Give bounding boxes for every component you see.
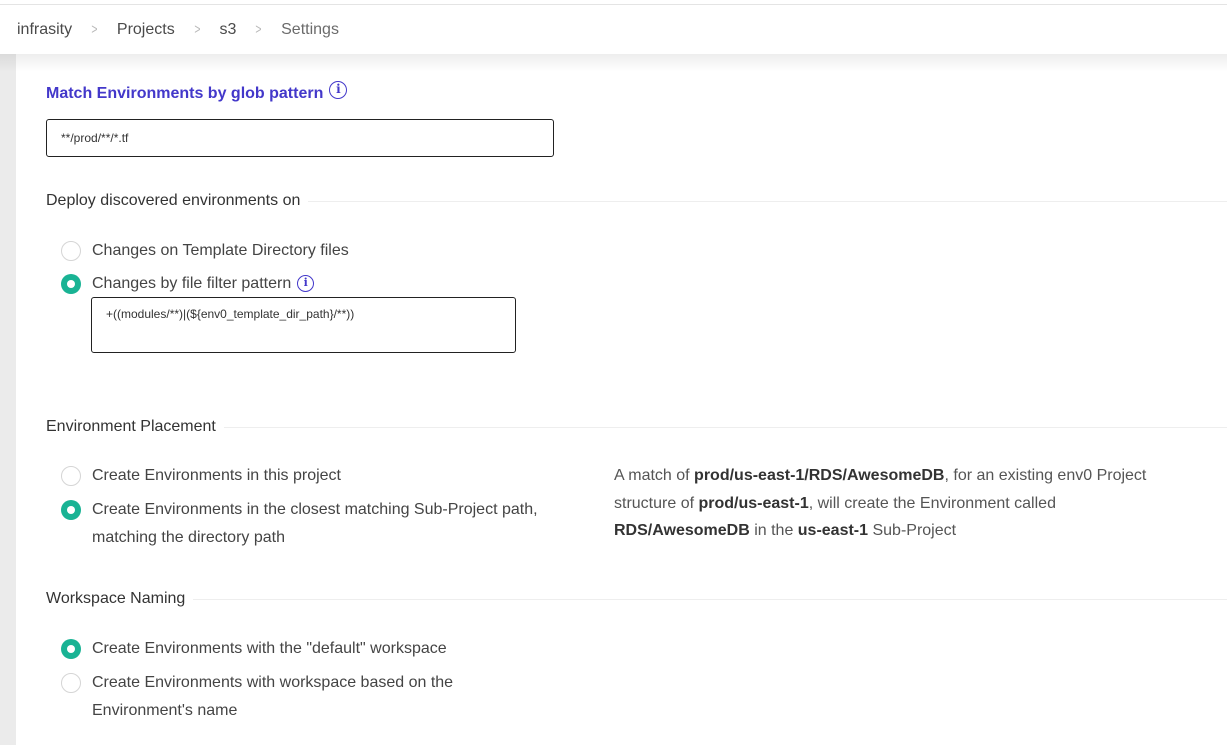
divider bbox=[223, 426, 1227, 428]
divider bbox=[308, 200, 1227, 202]
breadcrumb-org[interactable]: infrasity bbox=[17, 21, 72, 39]
placement-option-label: Create Environments in this project bbox=[92, 467, 341, 484]
placement-option-sub-project[interactable]: Create Environments in the closest match… bbox=[61, 496, 561, 552]
placement-option-label: Create Environments in the closest match… bbox=[92, 501, 538, 546]
info-icon[interactable]: i bbox=[297, 275, 315, 292]
radio-unchecked[interactable] bbox=[61, 241, 81, 261]
chevron-right-icon: > bbox=[194, 21, 201, 38]
placement-example-text: A match of prod/us-east-1/RDS/AwesomeDB,… bbox=[614, 462, 1174, 545]
workspace-option-label: Create Environments with workspace based… bbox=[92, 674, 454, 719]
deploy-option-label: Changes by file filter pattern bbox=[92, 275, 292, 292]
workspace-section-title: Workspace Naming bbox=[46, 590, 1227, 608]
glob-pattern-title: Match Environments by glob pattern i bbox=[46, 81, 348, 103]
workspace-section-label: Workspace Naming bbox=[46, 590, 186, 607]
example-path: RDS/AwesomeDB bbox=[614, 522, 750, 539]
workspace-option-label: Create Environments with the "default" w… bbox=[92, 640, 447, 657]
example-text: A match of bbox=[614, 467, 695, 484]
glob-pattern-input[interactable] bbox=[46, 119, 554, 157]
deploy-section-label: Deploy discovered environments on bbox=[46, 192, 301, 209]
info-icon[interactable]: i bbox=[329, 81, 348, 99]
example-text: Sub-Project bbox=[868, 522, 957, 539]
placement-section-label: Environment Placement bbox=[46, 418, 216, 435]
radio-checked[interactable] bbox=[61, 500, 81, 520]
example-path: prod/us-east-1 bbox=[698, 494, 809, 512]
chevron-right-icon: > bbox=[91, 21, 98, 38]
breadcrumb-project[interactable]: s3 bbox=[219, 21, 236, 39]
left-sidebar-edge bbox=[0, 54, 16, 745]
radio-unchecked[interactable] bbox=[61, 673, 81, 693]
radio-unchecked[interactable] bbox=[61, 466, 81, 486]
breadcrumb: infrasity > Projects > s3 > Settings bbox=[0, 5, 1227, 54]
glob-pattern-label: Match Environments by glob pattern bbox=[46, 85, 324, 102]
settings-panel: Match Environments by glob pattern i Dep… bbox=[16, 54, 1227, 745]
deploy-option-label: Changes on Template Directory files bbox=[92, 242, 349, 259]
breadcrumb-settings: Settings bbox=[281, 20, 339, 38]
placement-option-this-project[interactable]: Create Environments in this project bbox=[61, 462, 341, 490]
example-text: in the bbox=[749, 522, 798, 539]
radio-checked[interactable] bbox=[61, 274, 81, 294]
breadcrumb-projects[interactable]: Projects bbox=[117, 21, 175, 39]
deploy-section-title: Deploy discovered environments on bbox=[46, 192, 1227, 210]
example-text: , will create the Environment called bbox=[808, 494, 1056, 512]
divider bbox=[193, 598, 1227, 600]
file-filter-input[interactable]: +((modules/**)|(${env0_template_dir_path… bbox=[91, 297, 516, 353]
deploy-option-template-dir[interactable]: Changes on Template Directory files bbox=[61, 237, 349, 265]
radio-checked[interactable] bbox=[61, 639, 81, 659]
chevron-right-icon: > bbox=[255, 21, 262, 38]
deploy-option-file-filter[interactable]: Changes by file filter pattern i bbox=[61, 270, 315, 298]
example-path: prod/us-east-1/RDS/AwesomeDB bbox=[694, 467, 945, 484]
placement-section-title: Environment Placement bbox=[46, 418, 1227, 436]
example-path: us-east-1 bbox=[797, 522, 869, 539]
workspace-option-default[interactable]: Create Environments with the "default" w… bbox=[61, 635, 447, 663]
workspace-option-env-name[interactable]: Create Environments with workspace based… bbox=[61, 669, 491, 725]
